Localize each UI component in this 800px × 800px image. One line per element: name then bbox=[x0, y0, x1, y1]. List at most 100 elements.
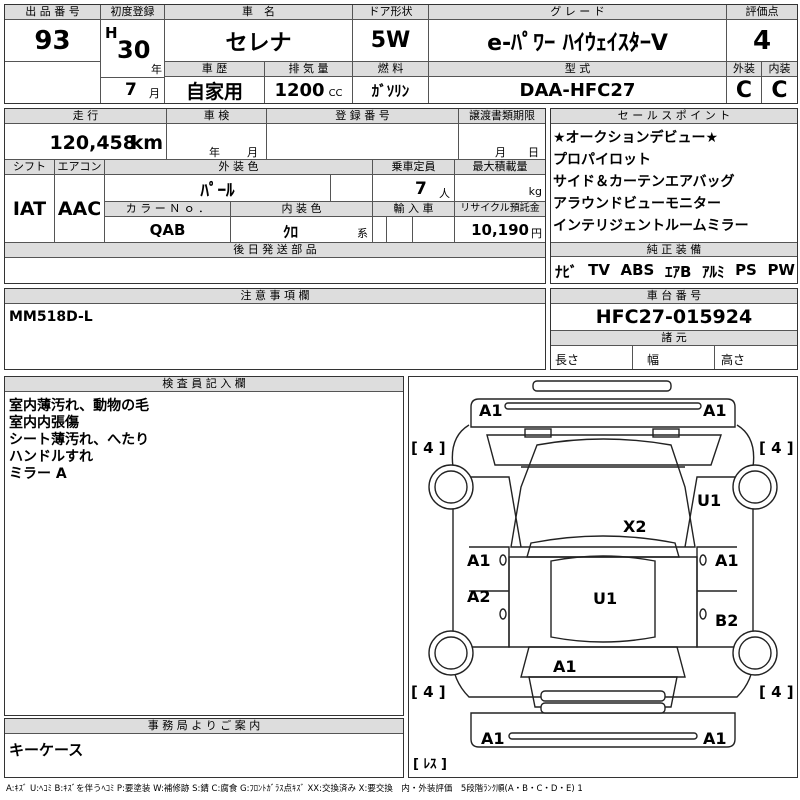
chassis-label: 車 台 番 号 bbox=[551, 289, 797, 304]
import-a bbox=[373, 217, 387, 243]
model-label: 型 式 bbox=[429, 62, 727, 77]
sales-points-block: セ ー ル ス ポ イ ン ト ★オークションデビュー★ プロパイロット サイド… bbox=[550, 108, 798, 284]
transfer-month-unit: 月 bbox=[495, 146, 506, 159]
damage-mark: A2 bbox=[467, 587, 491, 606]
capacity-value: 7 bbox=[415, 179, 427, 199]
chassis-value: HFC27-015924 bbox=[551, 304, 797, 331]
capacity-unit: 人 bbox=[439, 187, 450, 200]
legend: A:ｷｽﾞ U:ﾍｺﾐ B:ｷｽﾞを伴うﾍｺﾐ P:要塗装 W:補修跡 S:錆 … bbox=[6, 784, 583, 794]
import-label: 輸 入 車 bbox=[373, 202, 455, 217]
grade-label: グ レ ー ド bbox=[429, 5, 727, 20]
capacity-label: 乗車定員 bbox=[373, 160, 455, 175]
equipment-item: TV bbox=[588, 261, 610, 279]
sales-point-item: ★オークションデビュー★ bbox=[553, 130, 719, 146]
equipment-item: ﾅﾋﾞ bbox=[555, 263, 578, 281]
transfer-day-unit: 日 bbox=[528, 146, 539, 159]
first-reg-month-cell: 7 月 bbox=[101, 78, 165, 103]
color-label: 外 装 色 bbox=[105, 160, 373, 175]
equipment-label: 純 正 装 備 bbox=[551, 242, 797, 257]
lot-no-blank bbox=[5, 62, 101, 103]
vehicle-info-block: 走 行 120,458 km 車 検 年 月 登 録 番 号 譲渡書類期限 月 … bbox=[4, 108, 546, 284]
import-c bbox=[413, 217, 455, 243]
first-reg-year: 30 bbox=[117, 36, 151, 64]
inspection-year-unit: 年 bbox=[209, 146, 220, 159]
mileage-unit: km bbox=[130, 132, 163, 154]
damage-mark: A1 bbox=[467, 551, 491, 570]
max-load-label: 最大積載量 bbox=[455, 160, 545, 175]
lot-no-label: 出 品 番 号 bbox=[5, 5, 101, 20]
dims-label: 諸 元 bbox=[551, 331, 797, 346]
damage-mark: B2 bbox=[715, 611, 739, 630]
exterior-label: 外装 bbox=[727, 62, 762, 77]
sales-point-item: アラウンドビューモニター bbox=[553, 196, 721, 212]
color-value: ﾊﾟｰﾙ bbox=[105, 175, 331, 202]
fuel-value: ｶﾞｿﾘﾝ bbox=[353, 77, 429, 103]
inspector-block: 検 査 員 記 入 欄 室内薄汚れ、動物の毛 室内内張傷 シート薄汚れ、へたり … bbox=[4, 376, 404, 716]
color-extra bbox=[331, 175, 373, 202]
header-block: 出 品 番 号 93 初度登録 H 30 年 7 月 車 名 セレナ ドア形状 … bbox=[4, 4, 798, 104]
door-label: ドア形状 bbox=[353, 5, 429, 20]
tire-depth: [ 4 ] bbox=[411, 439, 446, 457]
exterior-value: C bbox=[727, 77, 762, 103]
inspection-label: 車 検 bbox=[167, 109, 267, 124]
aircon-value: AAC bbox=[55, 175, 105, 243]
displacement-cell: 1200 CC bbox=[265, 77, 353, 103]
inspection-cell: 年 月 bbox=[167, 124, 267, 160]
max-load-cell: kg bbox=[455, 175, 545, 202]
dims-width-label: 幅 bbox=[647, 353, 660, 367]
first-reg-month: 7 bbox=[125, 80, 137, 100]
fuel-label: 燃 料 bbox=[353, 62, 429, 77]
car-name-label: 車 名 bbox=[165, 5, 353, 20]
sales-point-item: プロパイロット bbox=[553, 152, 651, 168]
equipment-item: PS bbox=[735, 261, 757, 279]
sales-point-item: サイド＆カーテンエアバッグ bbox=[553, 174, 735, 190]
notes-label: 注 意 事 項 欄 bbox=[5, 289, 545, 304]
grade-value: e-ﾊﾟﾜｰ ﾊｲｳｪｲｽﾀｰV bbox=[429, 20, 727, 62]
equipment-item: ｱﾙﾐ bbox=[701, 263, 725, 281]
damage-mark: A1 bbox=[703, 401, 727, 420]
color-no-label: カ ラ ー Ｎ ｏ ． bbox=[105, 202, 231, 217]
chassis-block: 車 台 番 号 HFC27-015924 諸 元 長さ 幅 高さ bbox=[550, 288, 798, 370]
displacement-label: 排 気 量 bbox=[265, 62, 353, 77]
color-no-value: QAB bbox=[105, 217, 231, 243]
score-value: 4 bbox=[727, 20, 797, 62]
history-value: 自家用 bbox=[165, 77, 265, 103]
inspection-month-unit: 月 bbox=[247, 146, 258, 159]
damage-mark: U1 bbox=[593, 589, 618, 608]
reg-no-value bbox=[267, 124, 459, 160]
inspector-note-line: ミラー A bbox=[9, 466, 67, 482]
capacity-cell: 7 人 bbox=[373, 175, 455, 202]
int-color-cell: ｸﾛ 系 bbox=[231, 217, 373, 243]
score-label: 評価点 bbox=[727, 5, 797, 20]
dims-height-label: 高さ bbox=[721, 353, 746, 367]
transfer-cell: 月 日 bbox=[459, 124, 545, 160]
mileage-label: 走 行 bbox=[5, 109, 167, 124]
equipment-list: ﾅﾋﾞ TV ABS ｴｱB ｱﾙﾐ PS PW bbox=[555, 261, 795, 282]
history-label: 車 歴 bbox=[165, 62, 265, 77]
notes-block: 注 意 事 項 欄 MM518D-L bbox=[4, 288, 546, 370]
mileage-cell: 120,458 km bbox=[5, 124, 167, 160]
first-reg-year-unit: 年 bbox=[151, 63, 162, 76]
first-reg-label: 初度登録 bbox=[101, 5, 165, 20]
model-value: DAA-HFC27 bbox=[429, 77, 727, 103]
tire-depth: [ 4 ] bbox=[759, 683, 794, 701]
car-name-value: セレナ bbox=[165, 20, 353, 62]
inspector-label: 検 査 員 記 入 欄 bbox=[5, 377, 403, 392]
tire-depth: [ 4 ] bbox=[759, 439, 794, 457]
sales-points-label: セ ー ル ス ポ イ ン ト bbox=[551, 109, 797, 124]
recycle-value: 10,190 bbox=[471, 221, 529, 239]
car-diagram bbox=[428, 380, 778, 748]
transfer-label: 譲渡書類期限 bbox=[459, 109, 545, 124]
notes-value: MM518D-L bbox=[9, 309, 93, 325]
import-b bbox=[387, 217, 413, 243]
recycle-cell: 10,190 円 bbox=[455, 217, 545, 243]
int-color-unit: 系 bbox=[357, 227, 368, 240]
damage-mark: A1 bbox=[479, 401, 503, 420]
displacement-value: 1200 bbox=[274, 79, 325, 101]
shift-label: シフト bbox=[5, 160, 55, 175]
first-reg-year-cell: H 30 年 bbox=[101, 20, 165, 78]
dims-length: 長さ bbox=[551, 346, 633, 369]
dims-length-label: 長さ bbox=[555, 353, 580, 367]
later-parts-value bbox=[5, 258, 545, 283]
aircon-label: エアコン bbox=[55, 160, 105, 175]
